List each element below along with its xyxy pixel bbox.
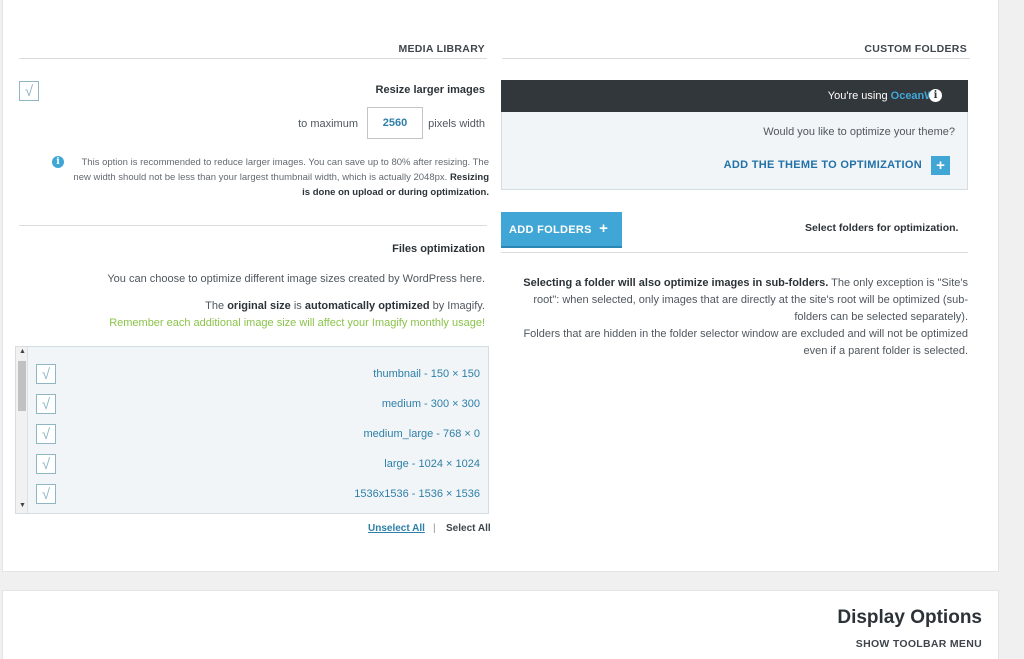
info-icon: i: [929, 89, 942, 102]
add-theme-button[interactable]: ADD THE THEME TO OPTIMIZATION: [724, 159, 922, 171]
add-folders-button[interactable]: ADD FOLDERS +: [501, 212, 622, 246]
size-label: large - 1024 × 1024: [384, 458, 480, 470]
size-label: medium_large - 768 × 0: [363, 428, 480, 440]
size-label: thumbnail - 150 × 150: [373, 368, 480, 380]
files-optimization-title: Files optimization: [392, 243, 485, 255]
divider: [19, 225, 487, 226]
plus-icon[interactable]: +: [931, 156, 950, 175]
media-library-title: MEDIA LIBRARY: [398, 43, 485, 55]
checkbox[interactable]: √: [36, 454, 56, 474]
theme-question: Would you like to optimize your theme?: [763, 126, 955, 138]
pixels-width-label: pixels width: [428, 118, 485, 130]
show-toolbar-menu-label: SHOW TOOLBAR MENU: [855, 638, 982, 650]
scrollbar-thumb[interactable]: [18, 361, 26, 411]
divider: [501, 252, 968, 253]
folders-explanation: Selecting a folder will also optimize im…: [523, 277, 968, 357]
max-width-input[interactable]: 2560: [367, 107, 423, 139]
custom-folders-title: CUSTOM FOLDERS: [864, 43, 967, 55]
theme-optimization-box: Would you like to optimize your theme? A…: [501, 112, 968, 190]
theme-notice-bar: You're using OceanWP i: [501, 80, 968, 112]
info-icon: i: [52, 156, 64, 168]
scroll-up-icon[interactable]: ▲: [19, 348, 26, 355]
resize-help: This option is recommended to reduce lar…: [73, 157, 489, 198]
divider: [19, 58, 487, 59]
checkbox[interactable]: √: [36, 484, 56, 504]
checkbox[interactable]: √: [36, 424, 56, 444]
select-folders-label: Select folders for optimization.: [805, 222, 959, 234]
divider: [502, 58, 970, 59]
size-label: medium - 300 × 300: [381, 398, 480, 410]
size-row-medium-large[interactable]: √ medium_large - 768 × 0: [36, 419, 488, 449]
plus-icon: +: [599, 220, 609, 237]
original-size-text: The original size is automatically optim…: [205, 300, 485, 312]
image-sizes-list[interactable]: ▲ ▼ √ thumbnail - 150 × 150 √ medium - 3…: [15, 346, 489, 514]
size-row-medium[interactable]: √ medium - 300 × 300: [36, 389, 488, 419]
checkbox[interactable]: √: [36, 364, 56, 384]
resize-label: Resize larger images: [375, 84, 485, 96]
display-options-title: Display Options: [837, 607, 982, 628]
size-label: 1536x1536 - 1536 × 1536: [354, 488, 480, 500]
link-separator: |: [433, 523, 436, 534]
to-maximum-label: to maximum: [298, 118, 358, 130]
size-row-large[interactable]: √ large - 1024 × 1024: [36, 449, 488, 479]
scrollbar[interactable]: ▲ ▼: [16, 347, 28, 513]
checkbox[interactable]: √: [36, 394, 56, 414]
scroll-down-icon[interactable]: ▼: [19, 502, 26, 509]
select-all-link[interactable]: Select All: [446, 523, 491, 534]
remember-warning: Remember each additional image size will…: [109, 317, 485, 329]
size-row-1536[interactable]: √ 1536x1536 - 1536 × 1536: [36, 479, 488, 509]
resize-checkbox[interactable]: √: [19, 81, 39, 101]
unselect-all-link[interactable]: Unselect All: [368, 523, 425, 534]
size-row-thumbnail[interactable]: √ thumbnail - 150 × 150: [36, 359, 488, 389]
using-label: You're using: [827, 90, 888, 102]
choose-sizes-text: You can choose to optimize different ima…: [107, 273, 485, 285]
